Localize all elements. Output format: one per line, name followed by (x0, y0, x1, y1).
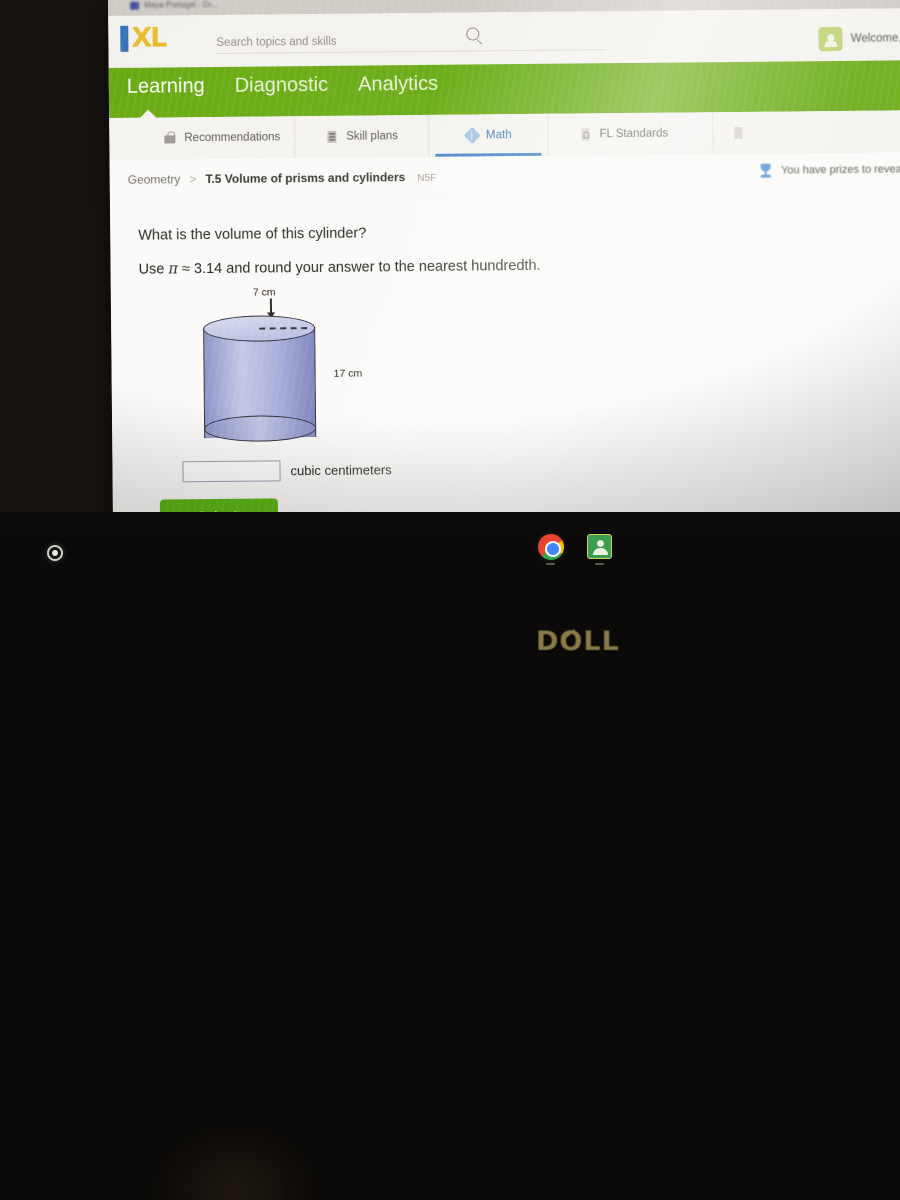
standards-icon (578, 127, 592, 141)
instruction-prefix: Use (138, 261, 169, 278)
finger-shadow (120, 1100, 350, 1200)
search-input[interactable]: Search topics and skills (216, 29, 586, 51)
cylinder-figure: 7 cm 17 cm (181, 286, 453, 455)
height-label: 17 cm (333, 367, 363, 380)
subnav-label-fl-standards: FL Standards (599, 127, 669, 141)
nav-item-analytics[interactable]: Analytics (358, 73, 438, 97)
breadcrumb-skill: T.5 Volume of prisms and cylinders (205, 170, 406, 187)
search-placeholder: Search topics and skills (216, 35, 337, 49)
laptop-bezel: Maya Portugal - Gr... XL Search topics a… (0, 0, 900, 532)
screen-bottom-edge (0, 512, 900, 532)
browser-tab[interactable]: Maya Portugal - Gr... (130, 0, 218, 10)
laptop-deck: DOLL esc ← → ✱ ! 1 @ 2 (0, 528, 900, 1200)
nav-item-learning[interactable]: Learning (127, 75, 205, 99)
chrome-active-dot (546, 563, 555, 565)
skill-plans-icon (325, 130, 339, 144)
question-prompt: What is the volume of this cylinder? (138, 225, 367, 244)
subnav-item-recommendations[interactable]: Recommendations (109, 116, 296, 160)
avatar-body-icon (824, 40, 838, 48)
chromeos-shelf (0, 530, 900, 572)
avatar[interactable] (818, 26, 843, 52)
search-icon[interactable] (466, 27, 480, 41)
google-classroom-icon[interactable] (587, 534, 612, 559)
question-instruction: Use π ≈ 3.14 and round your answer to th… (139, 258, 541, 278)
subnav-label-math: Math (485, 129, 512, 142)
subnav-item-fl-standards[interactable]: FL Standards (548, 112, 714, 156)
logo-i-bar (120, 25, 129, 52)
subnav-item-math[interactable]: Math (428, 113, 549, 157)
logo-xl-text: XL (131, 22, 166, 54)
subnav-item-more[interactable] (713, 112, 759, 154)
breadcrumb-separator-icon: > (189, 172, 197, 187)
laptop-screen: Maya Portugal - Gr... XL Search topics a… (108, 0, 900, 528)
answer-input[interactable] (182, 460, 281, 483)
sub-nav: Recommendations Skill plans Math FL Stan… (109, 110, 900, 160)
chrome-icon[interactable] (538, 534, 564, 560)
breadcrumb-skill-code: N5F (417, 172, 437, 185)
cylinder-shape (203, 315, 317, 446)
question-body: What is the volume of this cylinder? Use… (109, 192, 900, 528)
prizes-banner[interactable]: You have prizes to reveal! Go to y (758, 161, 900, 179)
nav-item-diagnostic[interactable]: Diagnostic (235, 74, 329, 98)
dell-logo: DOLL (536, 626, 620, 657)
primary-nav: Learning Diagnostic Analytics (108, 60, 900, 119)
breadcrumb: Geometry > T.5 Volume of prisms and cyli… (128, 170, 437, 187)
radius-arrow-icon (269, 298, 272, 315)
answer-unit-label: cubic centimeters (290, 462, 392, 479)
ixl-header: XL Search topics and skills Welcome, M (108, 8, 900, 68)
prizes-text: You have prizes to reveal! (780, 163, 900, 177)
subnav-label-recommendations: Recommendations (184, 131, 281, 145)
tab-title: Maya Portugal - Gr... (144, 0, 218, 10)
welcome-text: Welcome, M (850, 32, 900, 45)
instruction-suffix: ≈ 3.14 and round your answer to the near… (177, 257, 541, 278)
camera-led (47, 545, 63, 561)
laptop-photo: Maya Portugal - Gr... XL Search topics a… (0, 0, 900, 1200)
math-icon (465, 128, 479, 142)
answer-row: cubic centimeters (182, 459, 392, 483)
radius-label: 7 cm (252, 286, 276, 299)
welcome-area[interactable]: Welcome, M (818, 26, 900, 52)
classroom-active-dot (595, 563, 604, 565)
more-icon (731, 126, 745, 140)
subnav-item-skill-plans[interactable]: Skill plans (295, 114, 430, 159)
ixl-logo[interactable]: XL (120, 22, 166, 54)
recommendations-icon (163, 131, 177, 145)
cylinder-bottom-ellipse (203, 415, 317, 443)
trophy-icon (758, 163, 774, 179)
tab-favicon-icon (130, 1, 140, 10)
breadcrumb-subject[interactable]: Geometry (128, 172, 181, 187)
subnav-label-skill-plans: Skill plans (346, 130, 399, 143)
